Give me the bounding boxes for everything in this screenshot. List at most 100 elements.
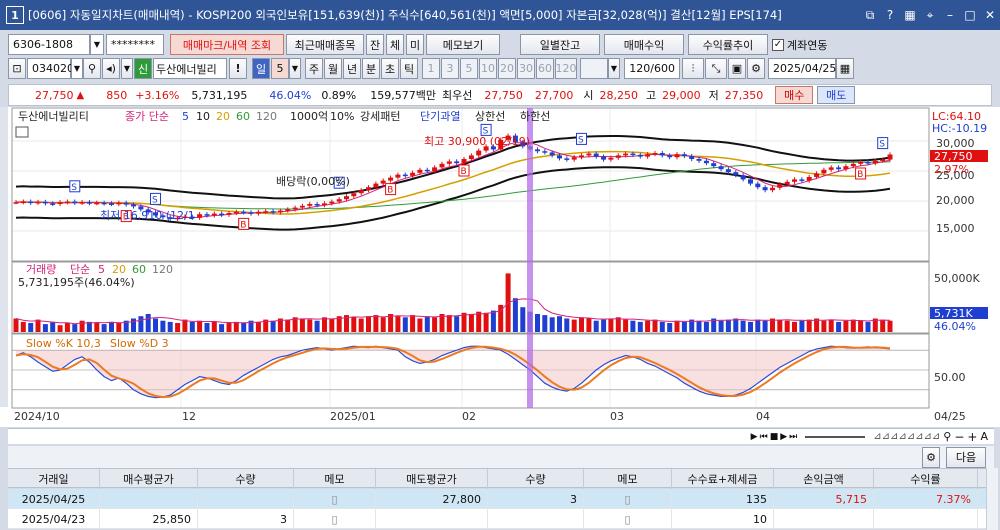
volume-bar [94,323,100,332]
memo-icon[interactable]: ▯ [584,489,672,509]
trade-profit-button[interactable]: 매매수익 [604,34,684,55]
cell-sell-qty: 3 [488,489,584,509]
period-month-button[interactable]: 월 [324,58,342,79]
tool-strip-icons[interactable]: ⊿⊿⊿⊿⊿⊿⊿⊿ [873,431,940,442]
price-chart[interactable]: SBSBSBBSSBS 두산에너빌리티 종가 단순 5 10 20 60 120… [0,107,1000,427]
search-icon[interactable]: ⚲ [83,58,101,79]
password-field[interactable]: ******** [106,34,164,55]
grid-icon[interactable]: ▦ [900,8,920,22]
interval-dropdown-icon[interactable]: ▼ [608,58,620,79]
code-dropdown-icon[interactable]: ▼ [71,58,83,79]
checkbox-checked-icon[interactable]: ✓ [772,38,784,51]
ytick-15000: 15,000 [936,222,975,235]
minute-120-button[interactable]: 120 [555,58,577,79]
font-size-icon[interactable]: A [980,430,988,443]
stop-icon[interactable]: ■ [770,432,779,442]
chart-type-icon[interactable]: ⫶ [682,58,704,79]
zoom-slider[interactable] [805,435,866,438]
account-dropdown-icon[interactable]: ▼ [90,34,104,55]
maximize-icon[interactable]: □ [960,8,980,22]
account-select[interactable]: 6306-1808 [8,34,90,55]
date-input[interactable]: 2025/04/25 [768,58,836,79]
balance-button[interactable]: 잔 [366,34,384,55]
period-minute-button[interactable]: 분 [362,58,380,79]
executed-button[interactable]: 체 [386,34,404,55]
volume-pct-tag: 46.04% [934,320,976,333]
play-icon[interactable]: ▶ [780,432,787,442]
next-button[interactable]: 다음 [946,446,986,468]
pin-icon[interactable]: ⌖ [920,8,940,23]
custom-interval-field[interactable] [580,58,608,79]
period-day-button[interactable]: 일 [252,58,270,79]
candle-body [270,211,276,213]
settings-gear-icon[interactable]: ⚙ [747,58,765,79]
warning-button[interactable]: ! [229,58,247,79]
chart-area[interactable]: SBSBSBBSSBS 두산에너빌리티 종가 단순 5 10 20 60 120… [0,107,1000,427]
zoom-in-icon[interactable]: + [967,430,977,444]
daily-balance-button[interactable]: 일별잔고 [520,34,600,55]
buy-button[interactable]: 매수 [775,86,814,104]
data-table-icon[interactable] [15,126,29,138]
period-dropdown-icon[interactable]: ▼ [289,58,301,79]
table-row[interactable]: 2025/04/23 25,850 3 ▯ ▯ 10 [8,509,994,529]
table-row[interactable]: 2025/04/25 ▯ 27,800 3 ▯ 135 5,715 7.37% [8,489,994,509]
minimize-icon[interactable]: – [940,8,960,22]
return-trend-button[interactable]: 수익률추이 [688,34,768,55]
candle-body [850,163,856,167]
minute-5-button[interactable]: 5 [460,58,478,79]
stock-name-field[interactable]: 두산에너빌리 [153,58,227,79]
minute-30-button[interactable]: 30 [517,58,535,79]
volume-bar [417,318,423,332]
draw-tool-icon[interactable]: ⤡ [705,58,727,79]
minute-1-button[interactable]: 1 [422,58,440,79]
period-year-button[interactable]: 년 [343,58,361,79]
candle-body [880,159,886,162]
period-number[interactable]: 5 [271,58,289,79]
account-link-toggle[interactable]: ✓ 계좌연동 [772,37,827,53]
chart-scroll-bar[interactable]: ▶ ⏮ ■ ▶ ⏭ ⊿⊿⊿⊿⊿⊿⊿⊿ ⚲ − + A [8,428,994,444]
memo-view-button[interactable]: 메모보기 [426,34,500,55]
memo-icon[interactable]: ▯ [584,509,672,529]
candle-body [285,209,291,211]
rewind-icon[interactable]: ⏮ [760,432,768,442]
help-icon[interactable]: ? [880,8,900,22]
candle-body [564,158,570,160]
zoom-search-icon[interactable]: ⚲ [943,430,951,443]
fast-forward-icon[interactable]: ⏭ [789,432,797,442]
volume-bar [483,312,489,332]
period-tick-button[interactable]: 틱 [400,58,418,79]
period-second-button[interactable]: 초 [381,58,399,79]
trade-mark-inquiry-button[interactable]: 매매마크/내역 조회 [170,34,284,55]
save-icon[interactable]: ▣ [728,58,746,79]
candle-body [821,169,827,174]
speaker-icon[interactable]: ◂) [102,58,120,79]
scroll-right-icon[interactable]: ▶ [751,432,758,442]
minute-10-button[interactable]: 10 [479,58,497,79]
candle-body [197,214,203,218]
grid-scrollbar[interactable] [986,468,998,530]
candle-body [549,152,555,156]
zoom-out-icon[interactable]: − [954,430,964,444]
sell-button[interactable]: 매도 [817,86,856,104]
speaker-dropdown-icon[interactable]: ▼ [121,58,133,79]
calendar-icon[interactable]: ▦ [836,58,854,79]
recent-trades-button[interactable]: 최근매매종목 [286,34,364,55]
quote-bar: 27,750 ▲ 850 +3.16% 5,731,195 46.04% 0.8… [8,84,992,106]
memo-icon[interactable]: ▯ [294,489,376,509]
stock-code-input[interactable]: 034020 [27,58,74,79]
volume-bar [748,321,753,332]
memo-icon[interactable]: ▯ [294,509,376,529]
close-icon[interactable]: ✕ [980,8,1000,22]
candle-body [233,211,239,214]
link-icon[interactable]: ⧉ [860,8,880,23]
candle-body [322,203,327,206]
minute-20-button[interactable]: 20 [498,58,516,79]
period-week-button[interactable]: 주 [305,58,323,79]
layout-icon[interactable]: ⊡ [8,58,26,79]
list-settings-icon[interactable]: ⚙ [922,446,940,468]
bar-count-input[interactable]: 120/600 [624,58,680,79]
minute-3-button[interactable]: 3 [441,58,459,79]
unexecuted-button[interactable]: 미 [406,34,424,55]
minute-60-button[interactable]: 60 [536,58,554,79]
volume-bar [211,321,217,332]
